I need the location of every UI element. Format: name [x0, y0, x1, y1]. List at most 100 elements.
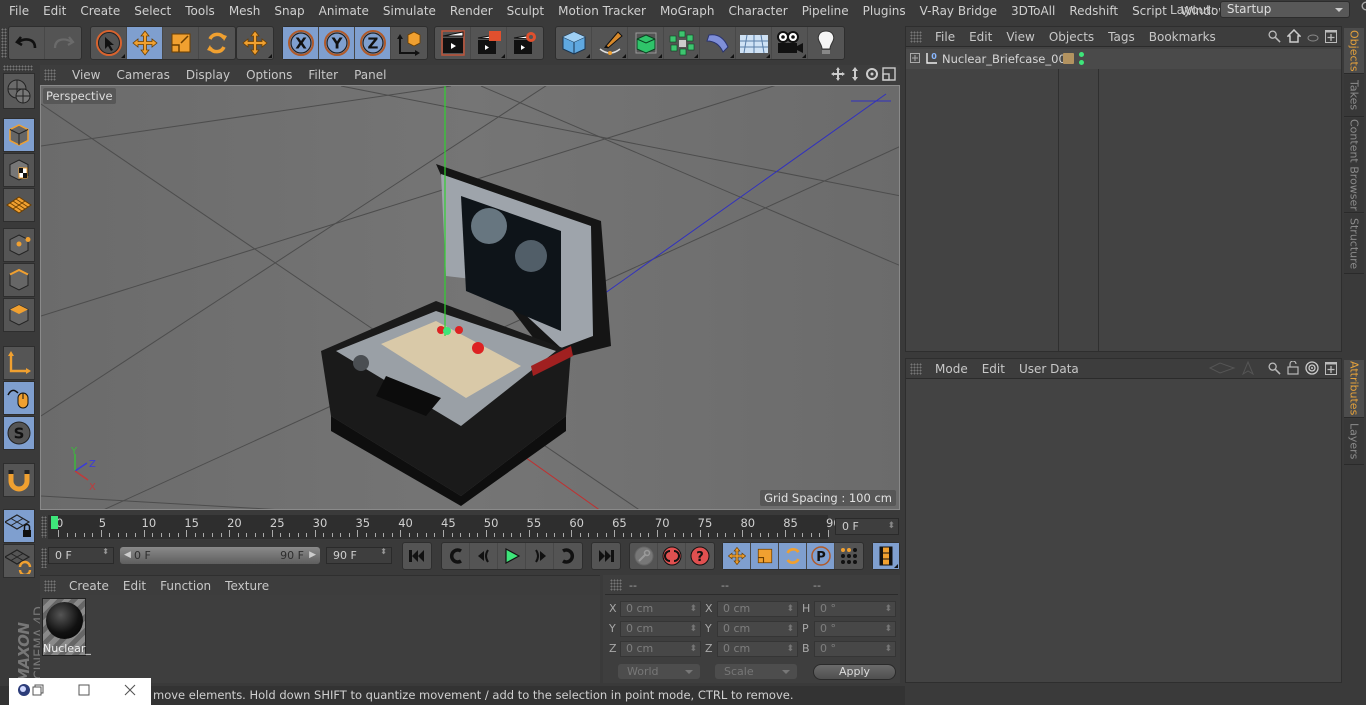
layer-color-swatch[interactable] [1063, 53, 1074, 64]
coordinate-system-button[interactable] [391, 27, 427, 59]
subdivision-surface-button[interactable] [628, 27, 664, 59]
rot-h-field[interactable]: 0 ° [814, 601, 896, 617]
axis-mode-button[interactable] [3, 346, 35, 380]
om-menu-tags[interactable]: Tags [1101, 30, 1142, 44]
om-menu-bookmarks[interactable]: Bookmarks [1142, 30, 1223, 44]
timeline-window-button[interactable] [873, 543, 899, 569]
y-axis-lock-button[interactable]: Y [319, 27, 355, 59]
menu-mograph[interactable]: MoGraph [653, 4, 722, 18]
key-rotation-button[interactable] [779, 543, 807, 569]
tab-layers[interactable]: Layers [1344, 419, 1364, 465]
size-mode-dropdown[interactable]: Scale [715, 664, 797, 679]
undo-button[interactable] [9, 27, 45, 59]
snap-button[interactable] [3, 463, 35, 497]
expand-plus-icon[interactable] [910, 52, 920, 66]
menu-create[interactable]: Create [73, 4, 127, 18]
play-button[interactable] [498, 543, 526, 569]
rot-b-field[interactable]: 0 ° [814, 641, 896, 657]
menu-script[interactable]: Script [1125, 4, 1174, 18]
range-right-arrow-icon[interactable]: ▶ [309, 547, 316, 564]
coordinate-grip[interactable] [610, 579, 622, 591]
current-frame-marker[interactable] [51, 516, 58, 529]
light-button[interactable] [808, 27, 844, 59]
key-position-button[interactable] [723, 543, 751, 569]
apply-button[interactable]: Apply [813, 664, 896, 680]
tab-structure[interactable]: Structure [1344, 214, 1364, 274]
om-search-icon[interactable] [1268, 29, 1281, 46]
viewport-dolly-icon[interactable] [848, 67, 862, 84]
menu-mesh[interactable]: Mesh [222, 4, 268, 18]
pos-x-field[interactable]: 0 cm [620, 601, 701, 617]
size-y-field[interactable]: 0 cm [717, 621, 798, 637]
range-left-arrow-icon[interactable]: ◀ [124, 547, 131, 564]
viewport-menu-filter[interactable]: Filter [300, 68, 346, 82]
workplane-lock-button[interactable] [3, 509, 35, 543]
start-frame-field[interactable]: 0 F ⬍ [48, 547, 114, 564]
layout-dropdown[interactable]: Startup [1219, 1, 1350, 18]
om-filter-icon[interactable] [1307, 31, 1319, 45]
key-pla-button[interactable] [835, 543, 863, 569]
attribute-manager-grip[interactable] [910, 362, 922, 375]
timeline-ruler[interactable]: 0 5 10 15 20 25 30 35 40 45 50 55 60 65 70 75 80 85 90 [48, 515, 841, 539]
prev-frame-button[interactable] [470, 543, 498, 569]
search-icon[interactable] [1361, 1, 1366, 18]
frame-range-slider[interactable]: ◀ 0 F 90 F ▶ [120, 547, 320, 564]
render-visibility-dot[interactable] [1079, 60, 1084, 65]
viewport-menu-view[interactable]: View [64, 68, 108, 82]
am-target-icon[interactable] [1305, 361, 1319, 378]
menu-sculpt[interactable]: Sculpt [500, 4, 551, 18]
live-selection-button[interactable] [91, 27, 127, 59]
3d-viewport[interactable]: Y Z X Perspective Grid Spacing : 100 cm [40, 85, 900, 510]
solo-button[interactable]: S [3, 416, 35, 450]
viewport-menu-panel[interactable]: Panel [346, 68, 394, 82]
material-menu-texture[interactable]: Texture [218, 579, 276, 593]
z-axis-lock-button[interactable]: Z [355, 27, 391, 59]
cloner-button[interactable] [664, 27, 700, 59]
camera-label[interactable]: Perspective [43, 88, 116, 104]
render-settings-button[interactable] [507, 27, 543, 59]
current-frame-field[interactable]: 0 F ⬍ [835, 518, 899, 535]
object-manager-grip[interactable] [910, 30, 922, 43]
menu-motion-tracker[interactable]: Motion Tracker [551, 4, 653, 18]
om-menu-edit[interactable]: Edit [962, 30, 999, 44]
floor-button[interactable] [736, 27, 772, 59]
cube-button[interactable] [556, 27, 592, 59]
redo-button[interactable] [45, 27, 81, 59]
points-mode-button[interactable] [3, 228, 35, 262]
rotate-tool-button[interactable] [199, 27, 235, 59]
coordinate-system-dropdown[interactable]: World [618, 664, 700, 679]
am-menu-edit[interactable]: Edit [975, 362, 1012, 376]
am-up-arrow-icon[interactable] [1241, 360, 1255, 378]
viewport-menu-cameras[interactable]: Cameras [108, 68, 177, 82]
editor-visibility-dot[interactable] [1079, 52, 1084, 57]
viewport-pan-icon[interactable] [831, 67, 845, 84]
workplane-align-button[interactable] [3, 544, 35, 578]
tweak-mode-button[interactable] [3, 381, 35, 415]
material-thumbnail[interactable]: Nuclear_ [42, 598, 91, 656]
om-menu-view[interactable]: View [999, 30, 1041, 44]
tab-content-browser[interactable]: Content Browser [1344, 118, 1364, 213]
prev-keyframe-button[interactable] [442, 543, 470, 569]
viewport-maximize-icon[interactable] [882, 67, 896, 84]
pen-spline-button[interactable] [592, 27, 628, 59]
am-menu-user-data[interactable]: User Data [1012, 362, 1086, 376]
next-keyframe-button[interactable] [554, 543, 582, 569]
om-new-window-icon[interactable] [1325, 29, 1337, 46]
menu-simulate[interactable]: Simulate [376, 4, 443, 18]
key-parameter-button[interactable]: P [807, 543, 835, 569]
size-z-field[interactable]: 0 cm [717, 641, 798, 657]
palette-grip[interactable] [3, 65, 33, 71]
menu-character[interactable]: Character [721, 4, 794, 18]
am-back-arrow-icon[interactable] [1208, 362, 1236, 377]
om-menu-objects[interactable]: Objects [1042, 30, 1101, 44]
move-tool-button[interactable] [127, 27, 163, 59]
camera-button[interactable] [772, 27, 808, 59]
material-menu-create[interactable]: Create [62, 579, 116, 593]
end-frame-field[interactable]: 90 F ⬍ [326, 547, 392, 564]
close-icon[interactable] [124, 684, 136, 699]
x-axis-lock-button[interactable]: X [283, 27, 319, 59]
viewport-menu-options[interactable]: Options [238, 68, 300, 82]
object-row[interactable]: 0 Nuclear_Briefcase_001 [906, 49, 1341, 69]
om-home-icon[interactable] [1286, 28, 1302, 46]
menu-snap[interactable]: Snap [267, 4, 311, 18]
